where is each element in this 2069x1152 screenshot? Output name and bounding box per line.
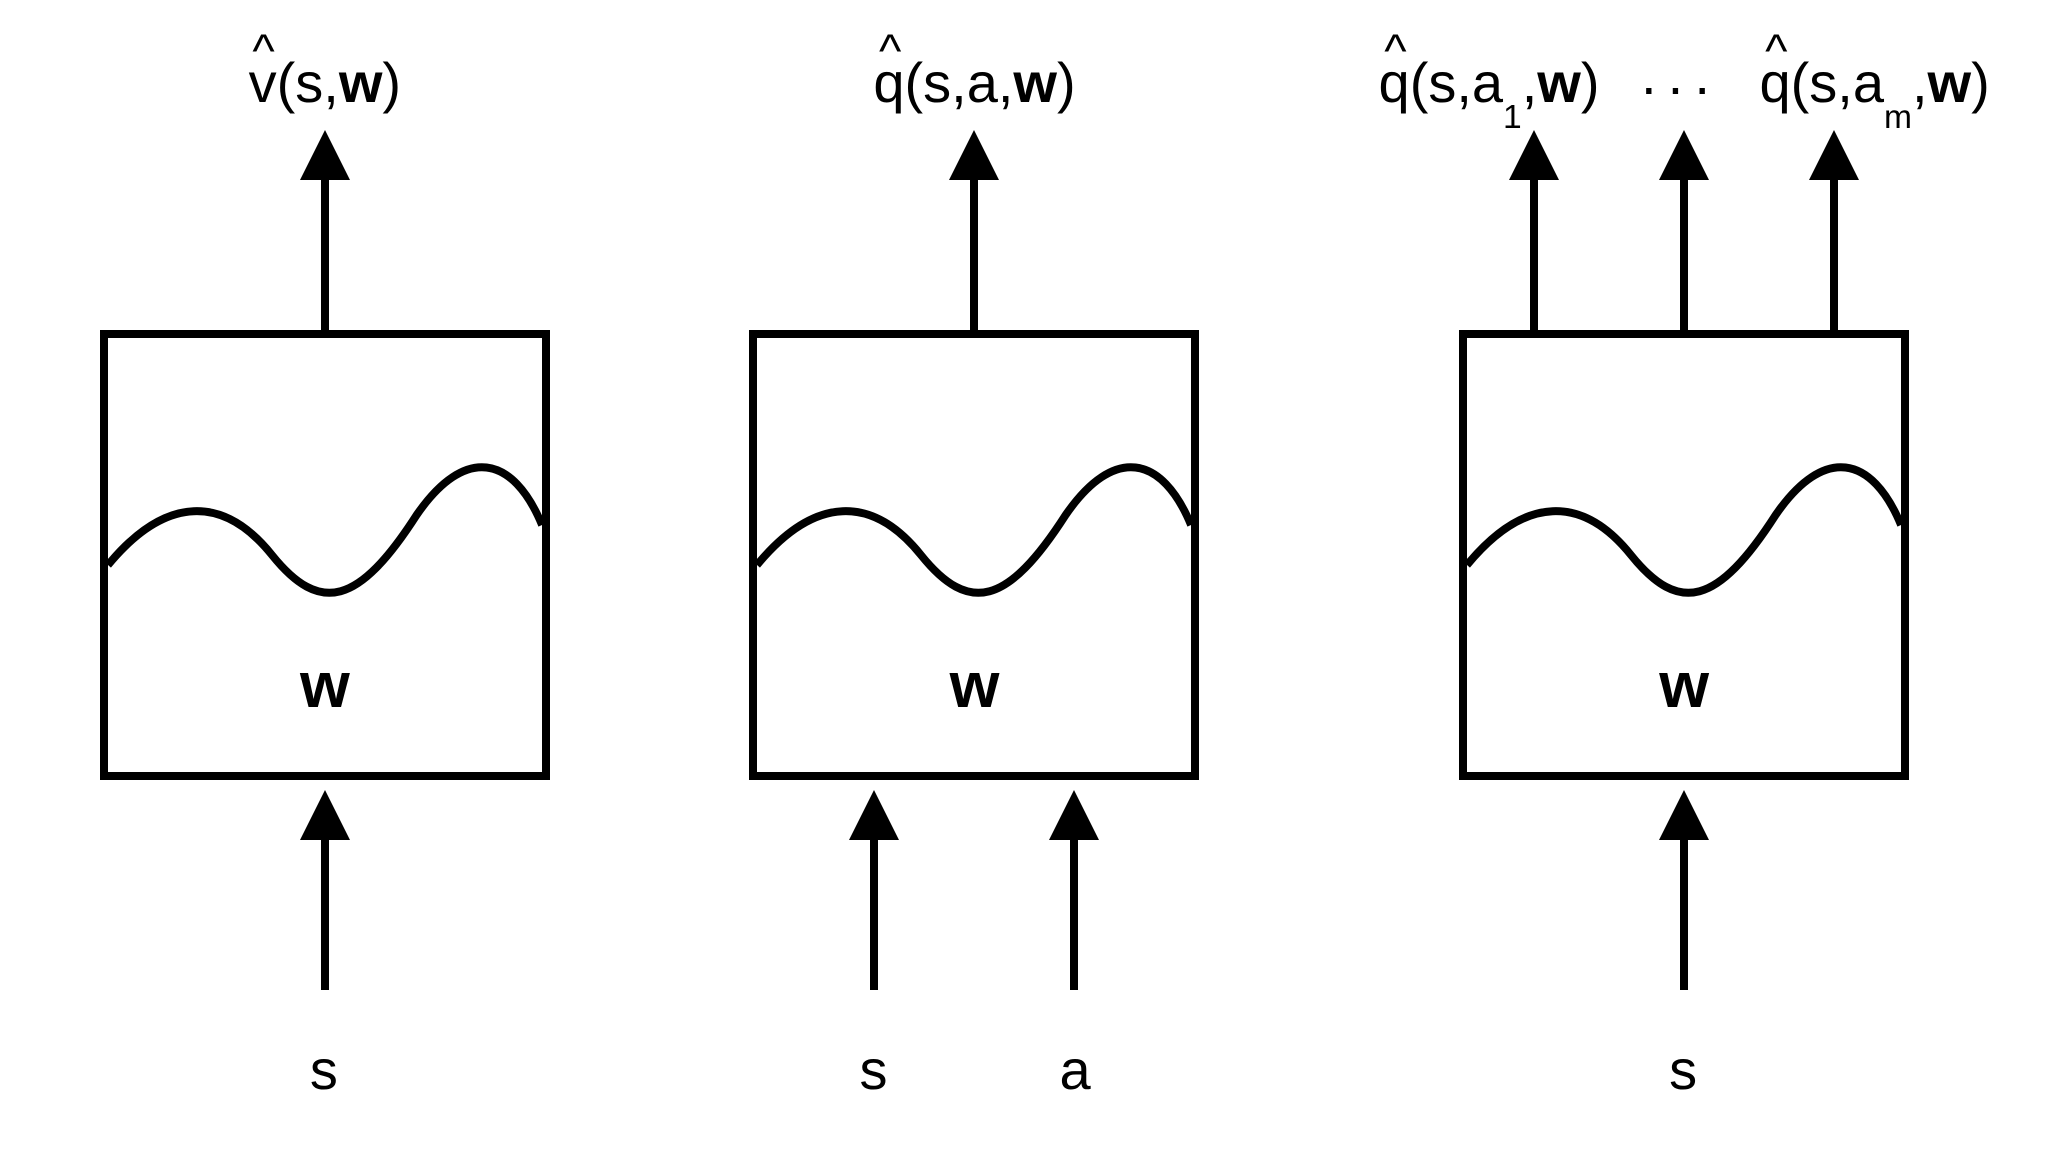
output-dots: ··· bbox=[1640, 54, 1720, 119]
input-label-s: s bbox=[859, 1037, 887, 1102]
wave-curve bbox=[108, 435, 542, 635]
input-arrow-s bbox=[834, 790, 914, 990]
input-label-a: a bbox=[1059, 1037, 1090, 1102]
function-box: w bbox=[1459, 330, 1909, 780]
panel-action-value-multi: q(s,a1,w) ··· q(s,am,w) w s bbox=[1324, 50, 2044, 1102]
input-arrow-a bbox=[1034, 790, 1114, 990]
function-box: w bbox=[749, 330, 1199, 780]
output-arrow bbox=[285, 130, 365, 330]
input-arrow-s bbox=[1644, 790, 1724, 990]
function-box: w bbox=[100, 330, 550, 780]
input-label-s: s bbox=[310, 1037, 338, 1102]
fn-q: q bbox=[873, 50, 904, 115]
output-arrow-2 bbox=[1644, 130, 1724, 330]
output-q-a1: q(s,a1,w) bbox=[1379, 50, 1600, 123]
input-arrow-s bbox=[285, 790, 365, 990]
output-label-v: v(s,w) bbox=[25, 50, 625, 115]
output-label-multi: q(s,a1,w) ··· q(s,am,w) bbox=[1304, 50, 2064, 123]
output-arrow-3 bbox=[1794, 130, 1874, 330]
panel-action-value: q(s,a,w) w s a bbox=[674, 50, 1274, 1102]
param-label: w bbox=[1467, 648, 1901, 722]
diagram-container: v(s,w) w s q(s,a,w) bbox=[0, 50, 2069, 1102]
wave-curve bbox=[757, 435, 1191, 635]
fn-v: v bbox=[249, 50, 277, 115]
param-label: w bbox=[757, 648, 1191, 722]
param-label: w bbox=[108, 648, 542, 722]
output-q-am: q(s,am,w) bbox=[1759, 50, 1989, 123]
panel-state-value: v(s,w) w s bbox=[25, 50, 625, 1102]
output-label-q: q(s,a,w) bbox=[674, 50, 1274, 115]
output-arrow-1 bbox=[1494, 130, 1574, 330]
wave-curve bbox=[1467, 435, 1901, 635]
input-label-s: s bbox=[1669, 1037, 1697, 1102]
output-arrow bbox=[934, 130, 1014, 330]
